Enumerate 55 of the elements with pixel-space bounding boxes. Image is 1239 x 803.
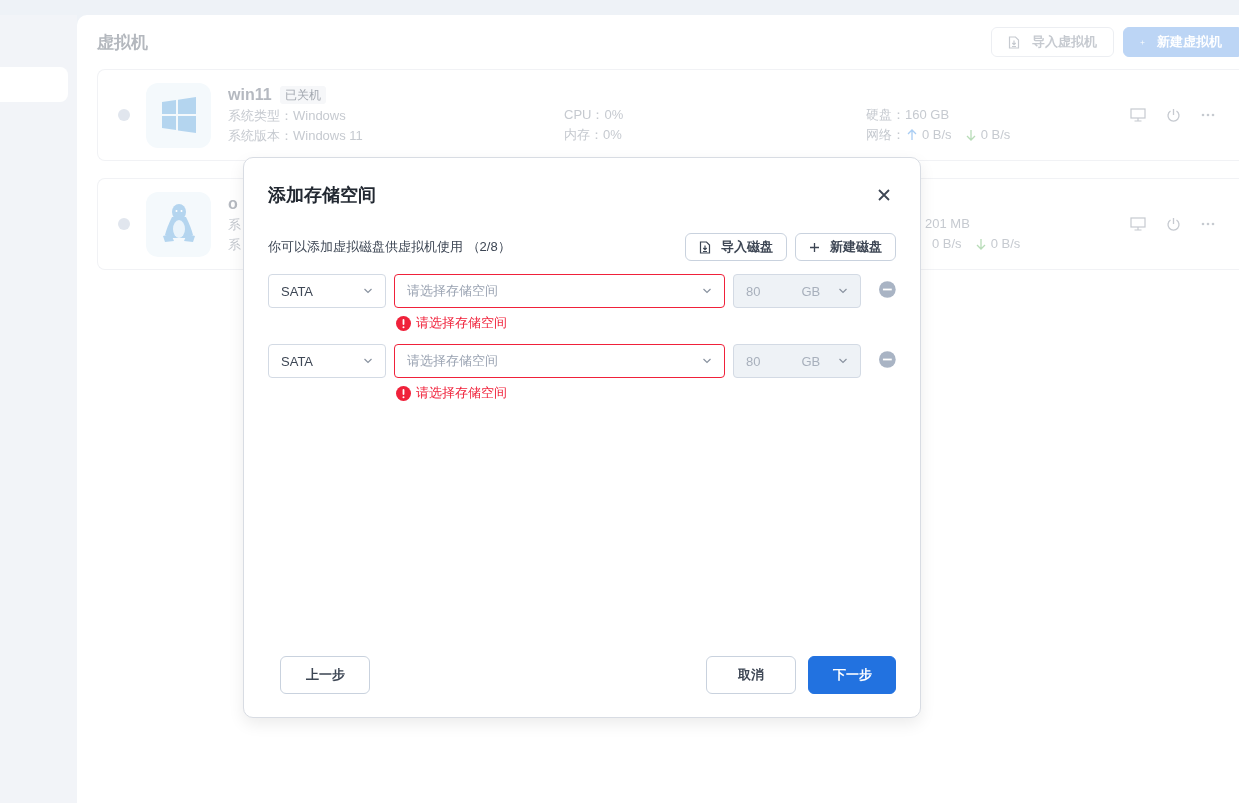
bus-select[interactable]: SATA [268,274,387,308]
size-unit: GB [801,283,821,299]
file-import-icon [1008,35,1020,49]
vm-stat: CPU：0% [564,106,624,124]
arrow-up-icon [907,129,917,141]
vm-name: o [228,194,238,214]
penguin-icon [160,203,197,245]
more-icon[interactable] [1201,113,1215,117]
size-unit: GB [801,353,821,369]
plus-icon [809,241,820,253]
chevron-down-icon [702,358,713,364]
file-import-icon [699,240,711,254]
close-icon[interactable] [878,189,890,201]
back-button[interactable]: 上一步 [280,656,370,694]
page-title: 虚拟机 [97,31,149,54]
size-value: 80 [746,353,761,369]
error-message: 请选择存储空间 [416,384,507,402]
power-icon[interactable] [1166,216,1181,232]
chevron-down-icon [363,288,374,294]
error-icon [396,315,411,331]
vm-name: win11 [228,85,272,105]
remove-icon[interactable] [879,351,896,368]
storage-select[interactable]: 请选择存储空间 [394,274,726,308]
status-dot [118,109,130,121]
monitor-icon[interactable] [1130,108,1146,122]
more-icon[interactable] [1201,222,1215,226]
size-value: 80 [746,283,761,299]
bus-select[interactable]: SATA [268,344,387,378]
cancel-button[interactable]: 取消 [706,656,796,694]
disk-size: 201 MB [925,215,970,233]
error-icon [396,385,411,401]
upload-speed: 0 B/s [932,235,962,253]
dialog-description: 你可以添加虚拟磁盘供虚拟机使用 （2/8） [268,238,512,256]
new-disk-button[interactable]: 新建磁盘 [795,233,896,261]
chevron-down-icon [702,288,713,294]
chevron-down-icon [838,288,849,294]
storage-select[interactable]: 请选择存储空间 [394,344,726,378]
power-icon[interactable] [1166,107,1181,123]
download-speed: 0 B/s [990,235,1021,253]
next-button[interactable]: 下一步 [808,656,896,694]
arrow-down-icon [975,238,986,250]
chevron-down-icon [838,358,849,364]
chevron-down-icon [363,358,374,364]
windows-logo-icon [160,97,197,133]
status-dot [118,218,130,230]
disk-size: 硬盘：160 GB [866,106,950,124]
upload-speed: 0 B/s [922,126,952,144]
import-disk-button[interactable]: 导入磁盘 [685,233,787,261]
monitor-icon[interactable] [1130,217,1146,231]
arrow-down-icon [965,129,976,141]
dialog-title: 添加存储空间 [268,184,376,207]
remove-icon[interactable] [879,281,896,298]
download-speed: 0 B/s [980,126,1011,144]
status-tag: 已关机 [279,86,326,104]
error-message: 请选择存储空间 [416,314,507,332]
